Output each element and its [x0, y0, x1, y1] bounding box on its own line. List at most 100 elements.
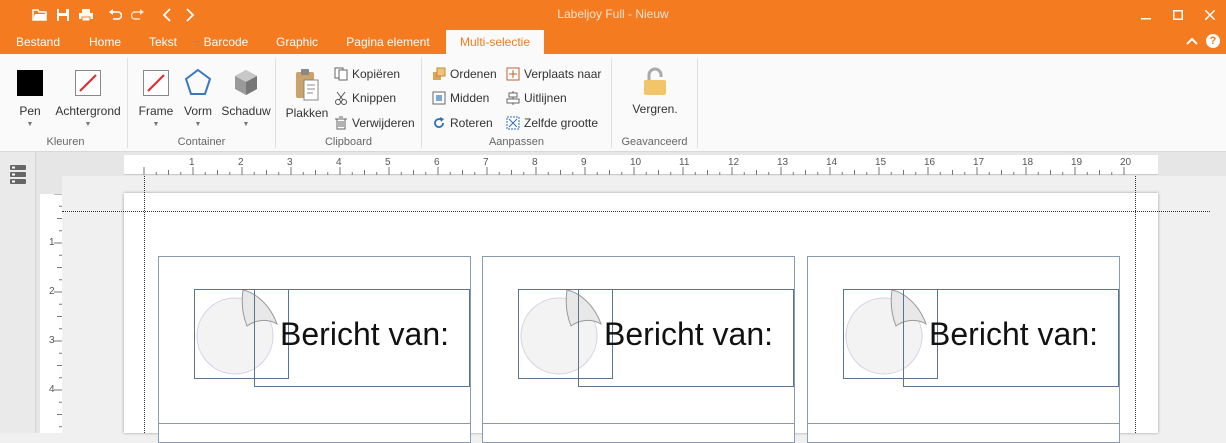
zelfde-grootte-button[interactable]: Zelfde grootte: [506, 113, 598, 133]
ribbon: Pen ▼ Achtergrond ▼ Kleuren Frame ▼ Vorm…: [0, 54, 1226, 152]
ruler-number: 14: [826, 157, 838, 168]
pen-button[interactable]: Pen ▼: [10, 62, 50, 128]
label-text-box[interactable]: Bericht van:: [903, 289, 1119, 387]
label-1[interactable]: Bericht van:: [158, 256, 471, 424]
label-4[interactable]: [158, 423, 471, 443]
tab-barcode[interactable]: Barcode: [196, 30, 256, 54]
help-icon[interactable]: ?: [1206, 34, 1220, 48]
zelfde-label: Zelfde grootte: [524, 116, 599, 130]
ruler-number: 5: [385, 157, 391, 168]
label-text: Bericht van:: [280, 316, 449, 352]
vergrendelen-button[interactable]: Vergren.: [624, 62, 686, 116]
ruler-number: 15: [875, 157, 887, 168]
label-2[interactable]: Bericht van:: [482, 256, 795, 424]
ruler-number: 4: [336, 157, 342, 168]
label-text-box[interactable]: Bericht van:: [254, 289, 470, 387]
uitlijnen-label: Uitlijnen: [524, 91, 567, 105]
ruler-number: 16: [924, 157, 936, 168]
lock-icon: [644, 67, 666, 95]
label-text-box[interactable]: Bericht van:: [578, 289, 794, 387]
label-6[interactable]: [807, 423, 1120, 443]
plakken-label: Plakken: [285, 106, 329, 120]
group-label-kleuren: Kleuren: [46, 136, 85, 148]
verwijderen-button[interactable]: Verwijderen: [334, 113, 415, 133]
rotate-icon: [434, 117, 444, 128]
ruler-number: 6: [434, 157, 440, 168]
move-to-icon: [506, 67, 520, 81]
ruler-number: 18: [1022, 157, 1034, 168]
schaduw-label: Schaduw: [221, 104, 271, 118]
ruler-number: 3: [287, 157, 293, 168]
schaduw-button[interactable]: Schaduw ▼: [220, 62, 272, 128]
vergren-label: Vergren.: [632, 102, 678, 116]
verplaats-label: Verplaats naar: [524, 67, 602, 81]
group-label-container: Container: [177, 136, 226, 148]
ruler-number: 7: [483, 157, 489, 168]
vorm-label: Vorm: [183, 104, 212, 118]
kopieren-button[interactable]: Kopiëren: [334, 64, 400, 84]
label-5[interactable]: [482, 423, 795, 443]
kopieren-label: Kopiëren: [352, 67, 401, 81]
pen-label: Pen: [19, 104, 41, 118]
verplaats-naar-button[interactable]: Verplaats naar: [506, 64, 601, 84]
tab-multi-selectie[interactable]: Multi-selectie: [446, 30, 544, 55]
group-label-aanpassen: Aanpassen: [488, 136, 545, 148]
midden-button[interactable]: Midden: [432, 88, 489, 108]
tab-bestand[interactable]: Bestand: [8, 30, 68, 54]
minimize-icon[interactable]: [1130, 0, 1162, 30]
copy-icon: [334, 67, 348, 81]
tab-pagina-element[interactable]: Pagina element: [338, 30, 438, 54]
group-kleuren: Pen ▼ Achtergrond ▼ Kleuren: [4, 58, 128, 148]
ordenen-label: Ordenen: [450, 67, 497, 81]
ruler-number: 1: [189, 157, 195, 168]
ruler-number: 12: [728, 157, 740, 168]
background-color-icon: [75, 70, 101, 96]
vorm-button[interactable]: Vorm ▼: [180, 62, 216, 128]
ruler-number: 3: [49, 335, 55, 346]
achtergrond-label: Achtergrond: [55, 104, 121, 118]
left-panel: [0, 152, 36, 433]
align-icon: [506, 91, 520, 105]
knippen-label: Knippen: [352, 91, 397, 105]
ordenen-button[interactable]: Ordenen: [432, 64, 497, 84]
tab-tekst[interactable]: Tekst: [140, 30, 186, 54]
tab-home[interactable]: Home: [80, 30, 130, 54]
collapse-ribbon-icon[interactable]: [1186, 35, 1198, 49]
uitlijnen-button[interactable]: Uitlijnen: [506, 88, 567, 108]
frame-icon: [143, 70, 169, 96]
achtergrond-button[interactable]: Achtergrond ▼: [52, 62, 124, 128]
arrange-icon: [433, 67, 446, 80]
group-clipboard: Plakken Kopiëren Knippen Verwijderen Cli…: [276, 58, 422, 148]
scissors-icon: [335, 91, 347, 105]
knippen-button[interactable]: Knippen: [334, 88, 396, 108]
group-aanpassen: Ordenen Midden Roteren Verplaats naar Ui…: [422, 58, 612, 148]
margin-guide-right: [1135, 176, 1136, 433]
horizontal-ruler: 1 2 3 4 5 6 7 8 9 10 11 12 13 14 15 16 17 18 19 20: [124, 155, 1158, 175]
label-text: Bericht van:: [604, 316, 773, 352]
maximize-icon[interactable]: [1162, 0, 1194, 30]
ruler-number: 13: [777, 157, 789, 168]
group-geavanceerd: Vergren. Geavanceerd: [612, 58, 698, 148]
label-sheet[interactable]: Bericht van: Bericht van: Bericht van:: [124, 193, 1158, 443]
margin-guide-left: [144, 176, 145, 433]
label-3[interactable]: Bericht van:: [807, 256, 1120, 424]
plakken-button[interactable]: Plakken: [284, 62, 330, 120]
ruler-number: 19: [1071, 157, 1083, 168]
group-label-geavanceerd: Geavanceerd: [621, 136, 688, 148]
ruler-number: 17: [973, 157, 985, 168]
roteren-button[interactable]: Roteren: [432, 113, 493, 133]
vertical-ruler: 1 2 3 4: [40, 194, 62, 433]
margin-guide-horizontal: [62, 211, 1210, 212]
ruler-number: 9: [581, 157, 587, 168]
ruler-number: 20: [1120, 157, 1132, 168]
center-icon: [432, 91, 446, 105]
tab-graphic[interactable]: Graphic: [268, 30, 326, 54]
frame-button[interactable]: Frame ▼: [134, 62, 178, 128]
trash-icon: [335, 116, 347, 130]
paste-icon: [296, 69, 319, 101]
midden-label: Midden: [450, 91, 490, 105]
ruler-number: 2: [49, 286, 55, 297]
layers-icon[interactable]: [9, 164, 27, 189]
close-icon[interactable]: [1194, 0, 1226, 30]
ruler-number: 11: [679, 157, 690, 168]
